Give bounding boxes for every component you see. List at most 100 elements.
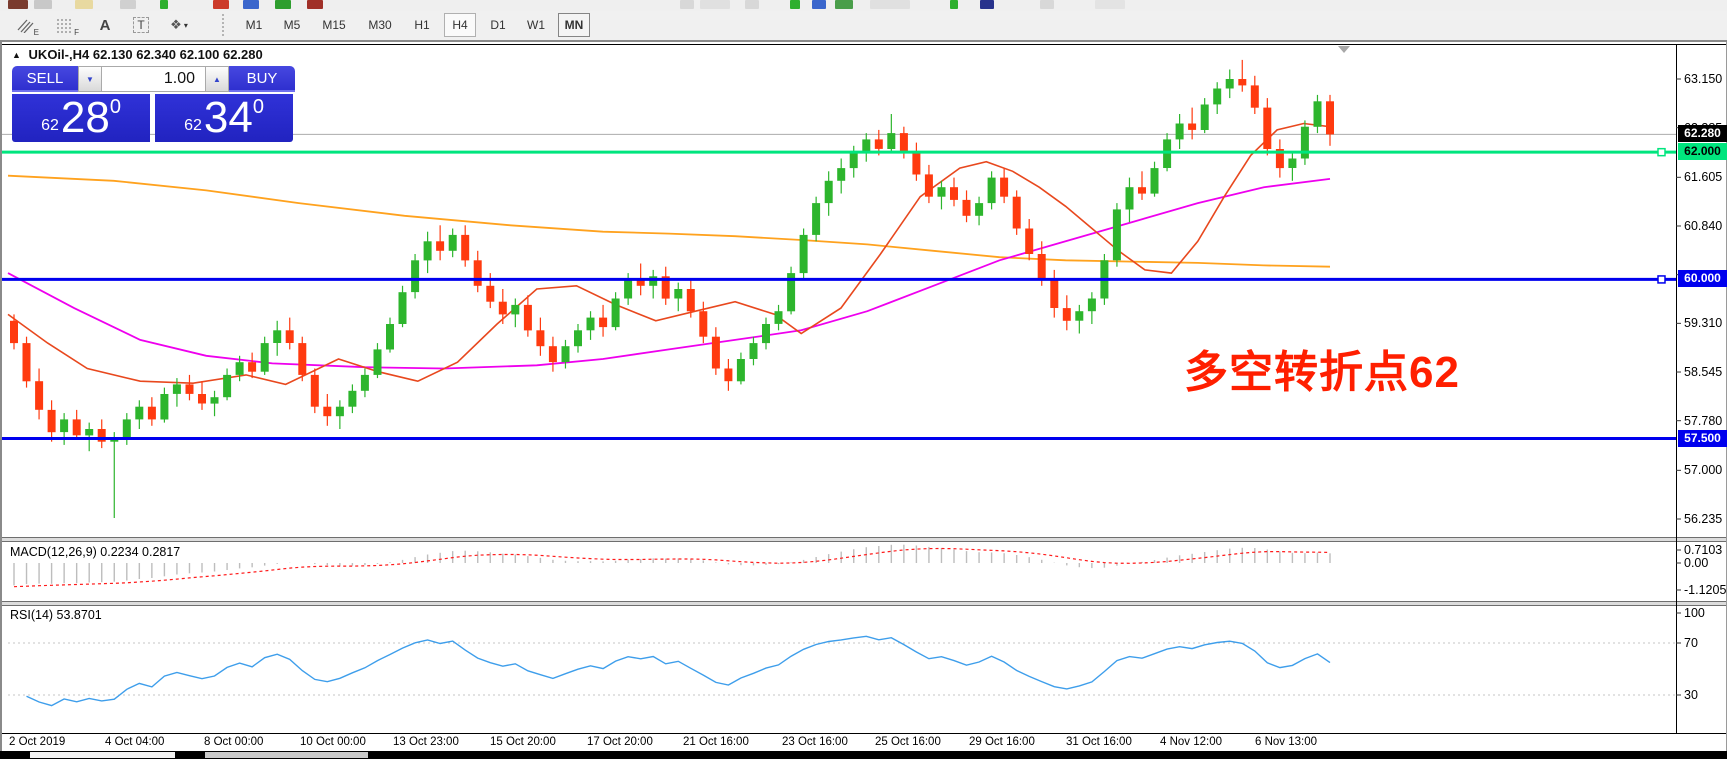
- toolbar-icon-fragment: [213, 0, 229, 9]
- price-axis-label: 56.235: [1684, 512, 1723, 526]
- window-left-border: [0, 42, 2, 751]
- price-axis-label: 60.840: [1684, 218, 1723, 233]
- toolbar-icon-fragment: [243, 0, 259, 9]
- time-axis-label: 4 Nov 12:00: [1160, 736, 1223, 748]
- buy-price-big: 34: [203, 93, 253, 142]
- rsi-axis-label: 100: [1684, 606, 1705, 620]
- timeframe-button-m1[interactable]: M1: [238, 13, 270, 37]
- chart-window: ▲ UKOil-,H4 62.130 62.340 62.100 62.280 …: [0, 42, 1727, 751]
- ma-fast-red: [7, 122, 1331, 386]
- chevron-down-icon: ▾: [183, 20, 188, 30]
- toolbar-top-partial-row: [0, 0, 1727, 11]
- sell-price-small: 62: [41, 117, 59, 134]
- drawing-toolbar: E F A T ❖ ▾ M1 M5 M15 M30 H1 H4 D1 W1 MN: [0, 11, 1727, 40]
- time-axis-label: 31 Oct 16:00: [1066, 736, 1132, 748]
- toolbar-icon-fragment: [275, 0, 291, 9]
- collapse-icon[interactable]: ▲: [12, 50, 21, 60]
- price-badge-62.000: 62.000: [1678, 143, 1727, 161]
- time-axis-label: 25 Oct 16:00: [875, 736, 941, 748]
- sell-price-big: 28: [60, 93, 110, 142]
- equidistant-channel-tool-button[interactable]: E: [8, 12, 42, 38]
- macd-signal-line: [13, 547, 1331, 588]
- text-label-tool-button[interactable]: T: [124, 12, 158, 38]
- volume-increase-button[interactable]: ▲: [205, 66, 229, 92]
- toolbar-icon-fragment: [34, 0, 52, 9]
- toolbar-icon-fragment: [75, 0, 93, 9]
- chart-canvas[interactable]: [0, 42, 1727, 751]
- time-axis-label: 8 Oct 00:00: [204, 736, 264, 748]
- toolbar-icon-fragment: [790, 0, 800, 9]
- timeframe-button-m15[interactable]: M15: [314, 13, 354, 37]
- buy-price-sup: 0: [252, 96, 264, 118]
- text-label-icon: T: [133, 17, 149, 33]
- buy-price-display[interactable]: 62 34 0: [155, 94, 293, 142]
- time-axis-label: 17 Oct 20:00: [587, 736, 653, 748]
- timeframe-button-m30[interactable]: M30: [360, 13, 400, 37]
- timeframe-button-w1[interactable]: W1: [520, 13, 552, 37]
- bottom-bar-segment: [30, 752, 175, 758]
- fibonacci-tool-button[interactable]: F: [48, 12, 82, 38]
- line-handle[interactable]: [1657, 275, 1666, 284]
- text-icon: A: [99, 16, 111, 34]
- price-badge-57.500: 57.500: [1678, 429, 1727, 447]
- volume-input[interactable]: [102, 66, 205, 92]
- bottom-bar: [0, 751, 1727, 759]
- price-axis-label: 59.310: [1684, 316, 1723, 331]
- time-axis-label: 10 Oct 00:00: [300, 736, 366, 748]
- time-axis-label: 15 Oct 20:00: [490, 736, 556, 748]
- tool-subscript: F: [74, 28, 79, 37]
- chart-title: ▲ UKOil-,H4 62.130 62.340 62.100 62.280: [12, 47, 263, 62]
- rsi-axis-label: 70: [1684, 636, 1698, 650]
- timeframe-button-mn[interactable]: MN: [558, 13, 590, 37]
- toolbar-icon-fragment: [1095, 0, 1125, 9]
- timeframe-button-h4[interactable]: H4: [444, 13, 476, 37]
- macd-axis-label: 0.00: [1684, 556, 1709, 570]
- toolbar-icon-fragment: [745, 0, 759, 9]
- time-axis-label: 6 Nov 13:00: [1255, 736, 1318, 748]
- macd-indicator-label: MACD(12,26,9) 0.2234 0.2817: [10, 545, 181, 559]
- rsi-axis-label: 30: [1684, 688, 1698, 702]
- timeframe-button-d1[interactable]: D1: [482, 13, 514, 37]
- text-tool-button[interactable]: A: [88, 12, 122, 38]
- chart-shift-marker[interactable]: [1338, 46, 1350, 53]
- price-axis-label: 57.780: [1684, 413, 1723, 428]
- time-axis-label: 13 Oct 23:00: [393, 736, 459, 748]
- price-axis-label: 61.605: [1684, 170, 1723, 185]
- toolbar-icon-fragment: [812, 0, 826, 9]
- sell-price-display[interactable]: 62 28 0: [12, 94, 150, 142]
- time-axis-label: 29 Oct 16:00: [969, 736, 1035, 748]
- volume-stepper: ▼ ▲: [78, 66, 229, 92]
- timeframe-button-m5[interactable]: M5: [276, 13, 308, 37]
- buy-price-small: 62: [184, 117, 202, 134]
- price-badge-62.280: 62.280: [1678, 125, 1727, 143]
- toolbar-icon-fragment: [120, 0, 136, 9]
- toolbar-icon-fragment: [680, 0, 694, 9]
- chart-annotation-text: 多空转折点62: [1184, 348, 1460, 397]
- time-axis-label: 23 Oct 16:00: [782, 736, 848, 748]
- toolbar-icon-fragment: [835, 0, 853, 9]
- price-axis-label: 58.545: [1684, 365, 1723, 380]
- rsi-indicator-label: RSI(14) 53.8701: [10, 608, 102, 622]
- sell-button[interactable]: SELL: [12, 66, 78, 92]
- toolbar-icon-fragment: [700, 0, 730, 9]
- volume-decrease-button[interactable]: ▼: [78, 66, 102, 92]
- ohlc-values: 62.130 62.340 62.100 62.280: [92, 47, 263, 62]
- price-badge-60.000: 60.000: [1678, 270, 1727, 288]
- macd-histogram: [13, 544, 1331, 586]
- mt4-terminal: E F A T ❖ ▾ M1 M5 M15 M30 H1 H4 D1 W1 MN ▲ UKOil-,H4 6…: [0, 0, 1727, 759]
- toolbar-icon-fragment: [8, 0, 28, 9]
- buy-button[interactable]: BUY: [229, 66, 295, 92]
- macd-axis-label: -1.1205: [1684, 583, 1727, 597]
- price-axis-label: 57.000: [1684, 463, 1723, 478]
- price-axis-label: 63.150: [1684, 72, 1723, 86]
- fibonacci-icon: [57, 19, 73, 33]
- time-axis-label: 2 Oct 2019: [9, 736, 66, 748]
- toolbar-icon-fragment: [980, 0, 994, 9]
- arrow-tool-button[interactable]: ❖ ▾: [162, 12, 196, 38]
- toolbar-icon-fragment: [307, 0, 323, 9]
- timeframe-button-h1[interactable]: H1: [406, 13, 438, 37]
- toolbar-icon-fragment: [950, 0, 958, 9]
- toolbar-icon-fragment: [160, 0, 168, 9]
- line-handle[interactable]: [1657, 147, 1666, 157]
- time-axis-label: 21 Oct 16:00: [683, 736, 749, 748]
